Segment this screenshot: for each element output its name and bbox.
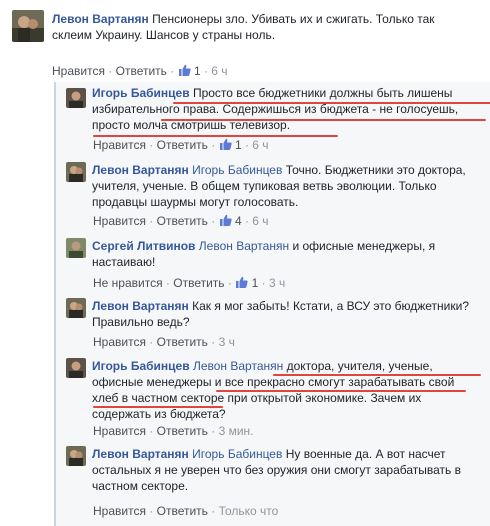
comment-body: Игорь Бабинцев Просто все бюджетники дол… xyxy=(92,85,480,133)
comment-author[interactable]: Игорь Бабинцев xyxy=(92,86,190,100)
avatar[interactable] xyxy=(66,88,86,108)
red-underline xyxy=(273,374,481,376)
thumbs-up-icon xyxy=(178,64,191,76)
comment-body: Левон Вартанян Игорь Бабинцев Точно. Бюд… xyxy=(92,162,480,210)
comment-time[interactable]: 6 ч xyxy=(252,138,268,152)
like-link[interactable]: Нравится xyxy=(93,335,146,349)
comment-actions: Нравится · Ответить · 3 ч xyxy=(93,335,235,349)
reply-link[interactable]: Ответить xyxy=(116,64,167,78)
avatar[interactable] xyxy=(66,162,86,182)
comment-actions: Нравится · Ответить · 4 · 6 ч xyxy=(93,214,269,228)
reply-link[interactable]: Ответить xyxy=(157,424,208,438)
red-underline xyxy=(161,119,486,121)
top-comment: Левон Вартанян Пенсионеры зло. Убивать и… xyxy=(0,0,490,82)
comment-author[interactable]: Сергей Литвинов xyxy=(92,239,195,253)
comment-author[interactable]: Левон Вартанян xyxy=(52,12,149,26)
red-underline xyxy=(173,102,490,104)
red-underline xyxy=(93,135,338,137)
comment-body: Левон Вартанян Игорь Бабинцев Ну военные… xyxy=(92,446,480,494)
mention-tag[interactable]: Левон Вартанян xyxy=(199,239,289,253)
reply-link[interactable]: Ответить xyxy=(157,504,208,518)
comment-author[interactable]: Левон Вартанян xyxy=(92,447,189,461)
comment-actions: Нравится · Ответить · 1 · 6 ч xyxy=(52,64,228,78)
reply-comment: Игорь Бабинцев Просто все бюджетники дол… xyxy=(56,82,490,154)
reply-comment: Игорь Бабинцев Левон Вартанян доктора, у… xyxy=(56,352,490,438)
comment-body: Левон Вартанян Пенсионеры зло. Убивать и… xyxy=(52,11,472,43)
mention-tag[interactable]: Игорь Бабинцев xyxy=(192,447,282,461)
comment-body: Сергей Литвинов Левон Вартанян и офисные… xyxy=(92,238,480,270)
comment-time[interactable]: 3 мин. xyxy=(219,424,254,438)
comment-time[interactable]: 3 ч xyxy=(269,276,285,290)
mention-tag[interactable]: Игорь Бабинцев xyxy=(192,163,282,177)
avatar[interactable] xyxy=(66,238,86,258)
comment-time[interactable]: 3 ч xyxy=(219,335,235,349)
reply-link[interactable]: Ответить xyxy=(157,138,208,152)
reply-comment: Левон Вартанян Игорь Бабинцев Точно. Бюд… xyxy=(56,156,490,232)
avatar[interactable] xyxy=(66,298,86,318)
comment-time[interactable]: 6 ч xyxy=(252,214,268,228)
like-link[interactable]: Не нравится xyxy=(93,276,163,290)
reply-comment: Левон Вартанян Как я мог забыть! Кстати,… xyxy=(56,292,490,350)
reply-link[interactable]: Ответить xyxy=(173,276,224,290)
comment-actions: Нравится · Ответить · Только что xyxy=(93,504,279,518)
comment-author[interactable]: Левон Вартанян xyxy=(92,299,189,313)
like-link[interactable]: Нравится xyxy=(93,424,146,438)
avatar[interactable] xyxy=(66,358,86,378)
like-count[interactable]: 1 xyxy=(235,276,258,290)
comment-actions: Нравится · Ответить · 1 · 6 ч xyxy=(93,138,269,152)
like-count[interactable]: 4 xyxy=(219,214,242,228)
comment-time[interactable]: Только что xyxy=(219,504,279,518)
thumbs-up-icon xyxy=(219,138,232,150)
like-link[interactable]: Нравится xyxy=(93,504,146,518)
red-underline xyxy=(216,390,466,392)
reply-link[interactable]: Ответить xyxy=(157,214,208,228)
like-count[interactable]: 1 xyxy=(178,64,201,78)
red-underline xyxy=(93,406,223,408)
avatar[interactable] xyxy=(66,446,86,466)
like-link[interactable]: Нравится xyxy=(52,64,105,78)
avatar[interactable] xyxy=(12,10,44,42)
comment-author[interactable]: Игорь Бабинцев xyxy=(92,359,190,373)
comment-time[interactable]: 6 ч xyxy=(211,64,227,78)
comment-body: Левон Вартанян Как я мог забыть! Кстати,… xyxy=(92,298,480,330)
thumbs-up-icon xyxy=(219,214,232,226)
like-link[interactable]: Нравится xyxy=(93,214,146,228)
like-link[interactable]: Нравится xyxy=(93,138,146,152)
reply-link[interactable]: Ответить xyxy=(157,335,208,349)
like-count[interactable]: 1 xyxy=(219,138,242,152)
thumbs-up-icon xyxy=(236,276,248,288)
reply-comment: Левон Вартанян Игорь Бабинцев Ну военные… xyxy=(56,440,490,526)
comment-actions: Нравится · Ответить · 3 мин. xyxy=(93,424,254,438)
reply-comment: Сергей Литвинов Левон Вартанян и офисные… xyxy=(56,232,490,292)
comment-actions: Не нравится · Ответить · 1 · 3 ч xyxy=(93,276,286,290)
mention-tag[interactable]: Левон Вартанян xyxy=(193,359,283,373)
comment-author[interactable]: Левон Вартанян xyxy=(92,163,189,177)
